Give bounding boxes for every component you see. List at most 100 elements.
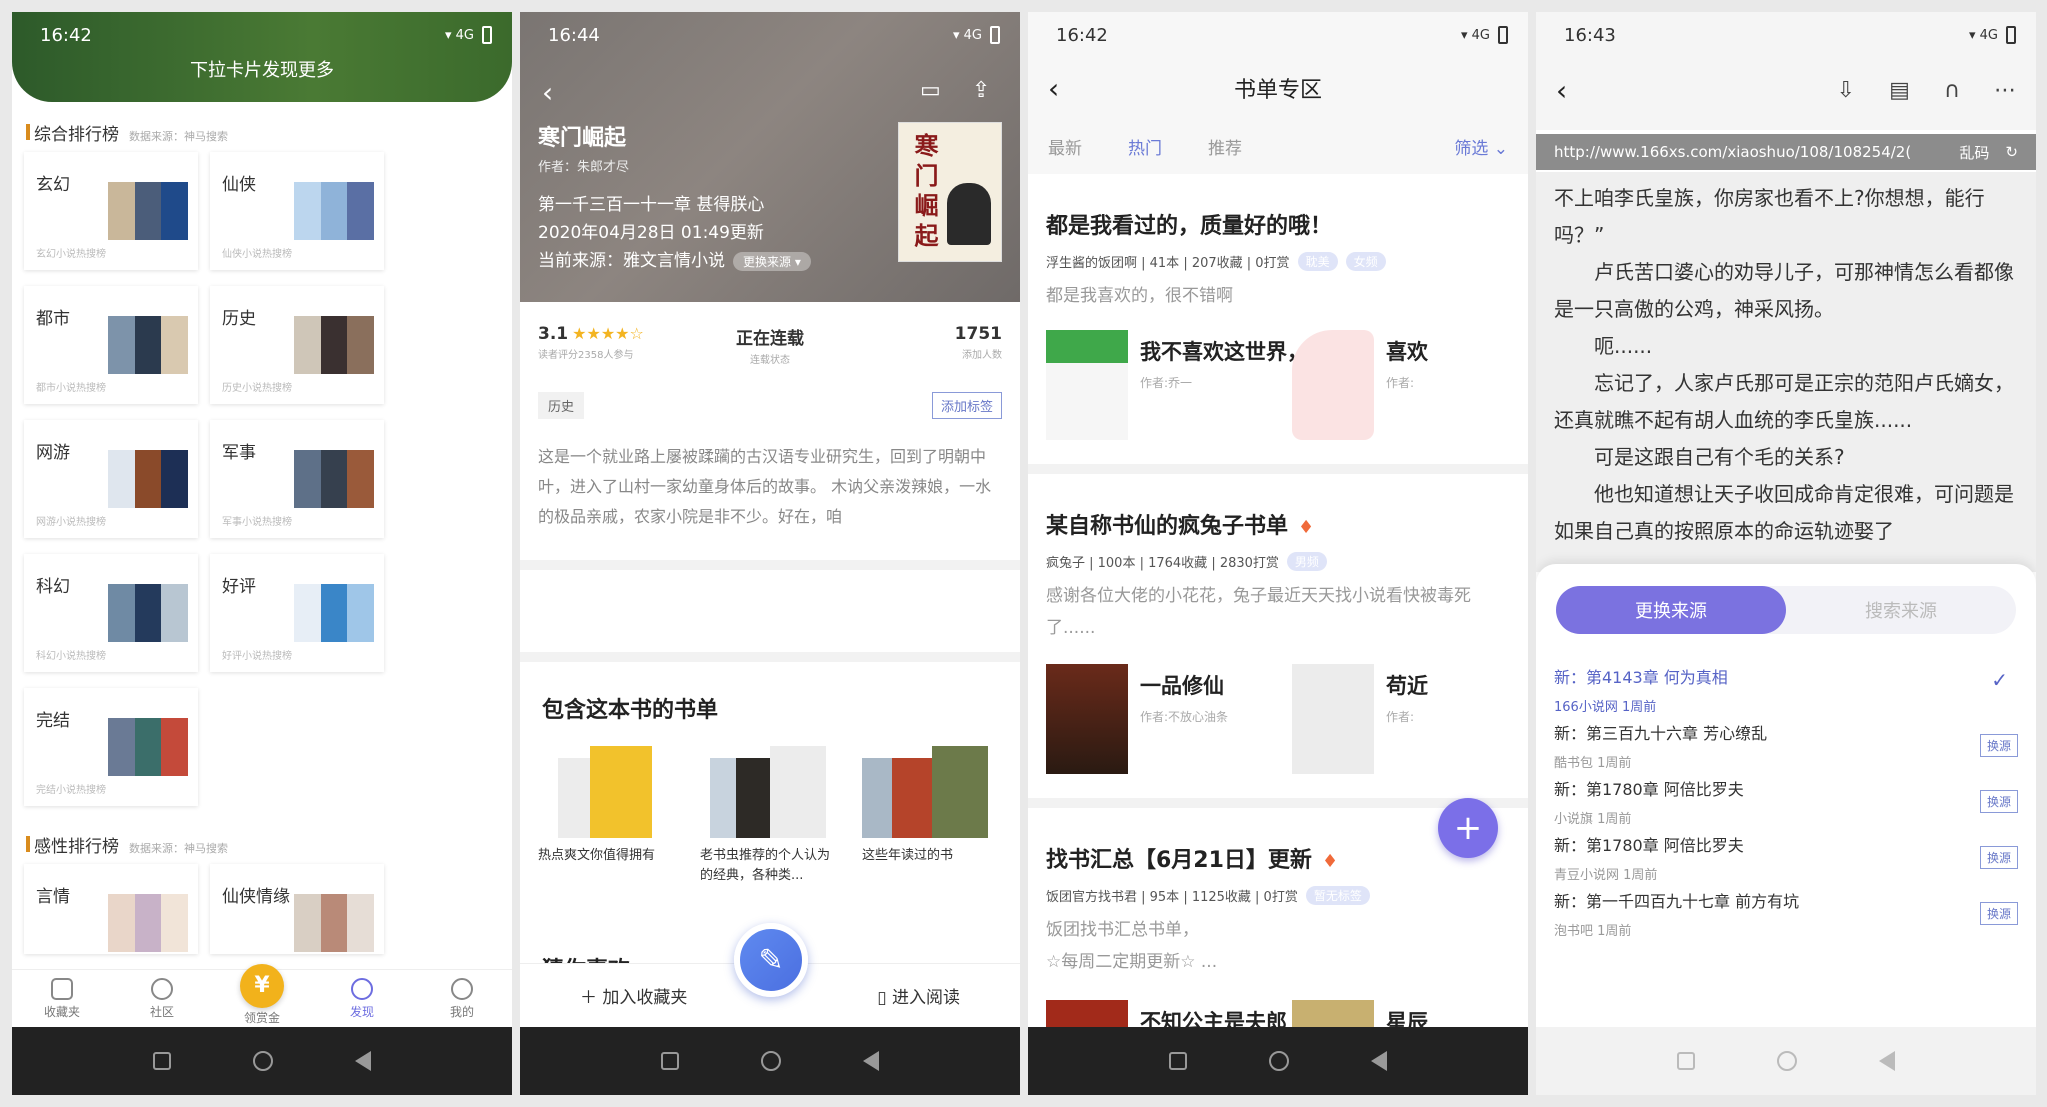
more-icon[interactable]: ⋯ xyxy=(1994,78,2016,103)
booklist-item[interactable]: 这些年读过的书 xyxy=(862,738,1002,886)
joined-sub: 添加人数 xyxy=(962,350,1002,361)
swap-source-button[interactable]: 换源 xyxy=(1979,790,2018,813)
section-source: 数据来源：神马搜索 xyxy=(129,842,228,855)
recents-icon[interactable] xyxy=(153,1052,171,1070)
swap-source-button[interactable]: 换源 xyxy=(1979,902,2018,925)
book-item[interactable]: 不知公主是夫郎 xyxy=(1046,1000,1287,1027)
ranking-card[interactable]: 历史 历史小说热搜榜 xyxy=(210,286,384,404)
swap-source-button[interactable]: 换源 xyxy=(1979,734,2018,757)
ranking-card[interactable]: 科幻 科幻小说热搜榜 xyxy=(24,554,198,672)
source-chapter: 新：第4143章 何为真相 xyxy=(1554,668,1728,687)
read-button[interactable]: ▯ 进入阅读 xyxy=(877,983,960,1008)
cover-stack-icon xyxy=(108,894,189,952)
back-triangle-icon[interactable] xyxy=(1879,1051,1895,1071)
cover-stack-icon xyxy=(294,450,375,508)
tag-pill: 耽美 xyxy=(1297,252,1338,271)
card-sub: 玄幻小说热搜榜 xyxy=(36,249,106,260)
ranking-card[interactable]: 网游 网游小说热搜榜 xyxy=(24,420,198,538)
book-item[interactable]: 喜欢 作者: xyxy=(1292,330,1428,440)
source-row[interactable]: 新：第1780章 阿倍比罗夫 小说旗 1周前 换源 xyxy=(1554,776,2018,834)
recents-icon[interactable] xyxy=(1169,1052,1187,1070)
back-triangle-icon[interactable] xyxy=(355,1051,371,1071)
book-info-icon[interactable]: ▤ xyxy=(1889,78,1910,103)
system-nav-bar xyxy=(520,1027,1020,1095)
home-icon[interactable] xyxy=(1777,1051,1797,1071)
update-time: 2020年04月28日 01:49更新 xyxy=(538,223,764,243)
booklist-title[interactable]: 都是我看过的，质量好的哦！ xyxy=(1046,208,1332,240)
ranking-card[interactable]: 仙侠情缘 xyxy=(210,864,384,954)
genre-tag[interactable]: 历史 xyxy=(538,392,585,419)
ranking-card[interactable]: 仙侠 仙侠小说热搜榜 xyxy=(210,152,384,270)
ranking-card[interactable]: 都市 都市小说热搜榜 xyxy=(24,286,198,404)
booklist-item[interactable]: 热点爽文你值得拥有 xyxy=(538,738,678,886)
tab-reward[interactable]: ¥ 领赏金 xyxy=(227,963,297,1026)
recents-icon[interactable] xyxy=(1677,1052,1695,1070)
book-item[interactable]: 苟近 作者: xyxy=(1292,664,1428,774)
book-item[interactable]: 一品修仙 作者:不放心油条 xyxy=(1046,664,1228,774)
source-row[interactable]: 新：第一千四百九十七章 前方有坑 泡书吧 1周前 换源 xyxy=(1554,888,2018,946)
refresh-icon[interactable]: ↻ xyxy=(2005,143,2018,161)
create-booklist-button[interactable]: + xyxy=(1438,798,1498,858)
paragraph: 呃...... xyxy=(1594,334,1653,358)
source-row[interactable]: 新：第三百九十六章 芳心缭乱 酷书包 1周前 换源 xyxy=(1554,720,2018,778)
home-icon[interactable] xyxy=(253,1051,273,1071)
back-chevron-icon[interactable]: ‹ xyxy=(542,76,553,109)
add-tag-button[interactable]: 添加标签 xyxy=(931,392,1002,419)
download-icon[interactable]: ⇩ xyxy=(1837,78,1855,103)
ranking-card[interactable]: 玄幻 玄幻小说热搜榜 xyxy=(24,152,198,270)
fire-icon: ♦ xyxy=(1298,517,1315,538)
book-open-icon[interactable]: ▭ xyxy=(920,78,941,103)
latest-chapter: 第一千三百一十一章 甚得朕心 xyxy=(538,195,765,215)
tab-hot[interactable]: 热门 xyxy=(1128,134,1162,159)
pull-down-banner[interactable]: 16:42 ▾ 4G 下拉卡片发现更多 xyxy=(12,12,512,102)
search-source-tab[interactable]: 搜索来源 xyxy=(1786,586,2016,634)
coin-icon: ¥ xyxy=(240,963,284,1008)
back-chevron-icon[interactable]: ‹ xyxy=(1556,74,1567,107)
home-icon[interactable] xyxy=(761,1051,781,1071)
section-source: 数据来源：神马搜索 xyxy=(129,130,228,143)
ranking-card[interactable]: 好评 好评小说热搜榜 xyxy=(210,554,384,672)
garbled-button[interactable]: 乱码 xyxy=(1959,142,1989,163)
tab-me[interactable]: 我的 xyxy=(427,977,497,1020)
card-name: 仙侠情缘 xyxy=(222,887,290,907)
filter-button[interactable]: 筛选 ⌄ xyxy=(1454,134,1508,159)
pencil-icon[interactable]: ✎ xyxy=(734,923,808,997)
tab-community[interactable]: 社区 xyxy=(127,977,197,1020)
tab-latest[interactable]: 最新 xyxy=(1048,134,1082,159)
tab-discover[interactable]: 发现 xyxy=(327,977,397,1020)
top-nav: ‹ 书单专区 xyxy=(1028,58,1528,118)
status-time: 16:42 xyxy=(1056,24,1108,46)
booklist-title[interactable]: 找书汇总【6月21日】更新 ♦ xyxy=(1046,842,1338,874)
booklist-item[interactable]: 老书虫推荐的个人认为的经典，各种类... xyxy=(700,738,840,886)
ranking-card[interactable]: 完结 完结小说热搜榜 xyxy=(24,688,198,806)
ranking-card[interactable]: 言情 xyxy=(24,864,198,954)
book-item[interactable]: 星辰 xyxy=(1292,1000,1428,1027)
recents-icon[interactable] xyxy=(661,1052,679,1070)
home-icon[interactable] xyxy=(1269,1051,1289,1071)
add-favorite-button[interactable]: ＋ 加入收藏夹 xyxy=(580,983,687,1008)
source-row[interactable]: 新：第4143章 何为真相 166小说网 1周前 ✓ xyxy=(1554,664,2018,722)
reading-content[interactable]: 不上咱李氏皇族，你房家也看不上?你想想，能行吗？” 卢氏苦口婆心的劝导儿子，可那… xyxy=(1536,172,2036,572)
back-triangle-icon[interactable] xyxy=(863,1051,879,1071)
book-title: 寒门崛起 xyxy=(538,126,627,151)
swap-source-button[interactable]: 换源 xyxy=(1979,846,2018,869)
booklist-title[interactable]: 某自称书仙的疯兔子书单 ♦ xyxy=(1046,508,1314,540)
source-url[interactable]: http://www.166xs.com/xiaoshuo/108/108254… xyxy=(1554,143,1943,161)
headphones-icon[interactable]: ∩ xyxy=(1944,78,1960,103)
system-nav-bar xyxy=(1028,1027,1528,1095)
book-item[interactable]: 我不喜欢这世界，... 作者:乔一 xyxy=(1046,330,1332,440)
tab-favorites[interactable]: 收藏夹 xyxy=(27,977,97,1020)
card-name: 科幻 xyxy=(36,577,70,597)
tab-recommend[interactable]: 推荐 xyxy=(1208,134,1242,159)
share-icon[interactable]: ⇪ xyxy=(972,78,990,103)
back-triangle-icon[interactable] xyxy=(1371,1051,1387,1071)
change-source-button[interactable]: 更换来源 ▾ xyxy=(733,252,811,271)
back-chevron-icon[interactable]: ‹ xyxy=(1048,72,1059,105)
user-icon xyxy=(451,977,473,1000)
book-description[interactable]: 这是一个就业路上屡被蹂躏的古汉语专业研究生，回到了明朝中叶，进入了山村一家幼童身… xyxy=(538,442,1002,532)
change-source-tab[interactable]: 更换来源 xyxy=(1556,586,1786,634)
source-row[interactable]: 新：第1780章 阿倍比罗夫 青豆小说网 1周前 换源 xyxy=(1554,832,2018,890)
source-site: 小说旗 1周前 xyxy=(1554,812,1632,827)
ranking-card[interactable]: 军事 军事小说热搜榜 xyxy=(210,420,384,538)
section-title: 综合排行榜 xyxy=(34,125,119,145)
